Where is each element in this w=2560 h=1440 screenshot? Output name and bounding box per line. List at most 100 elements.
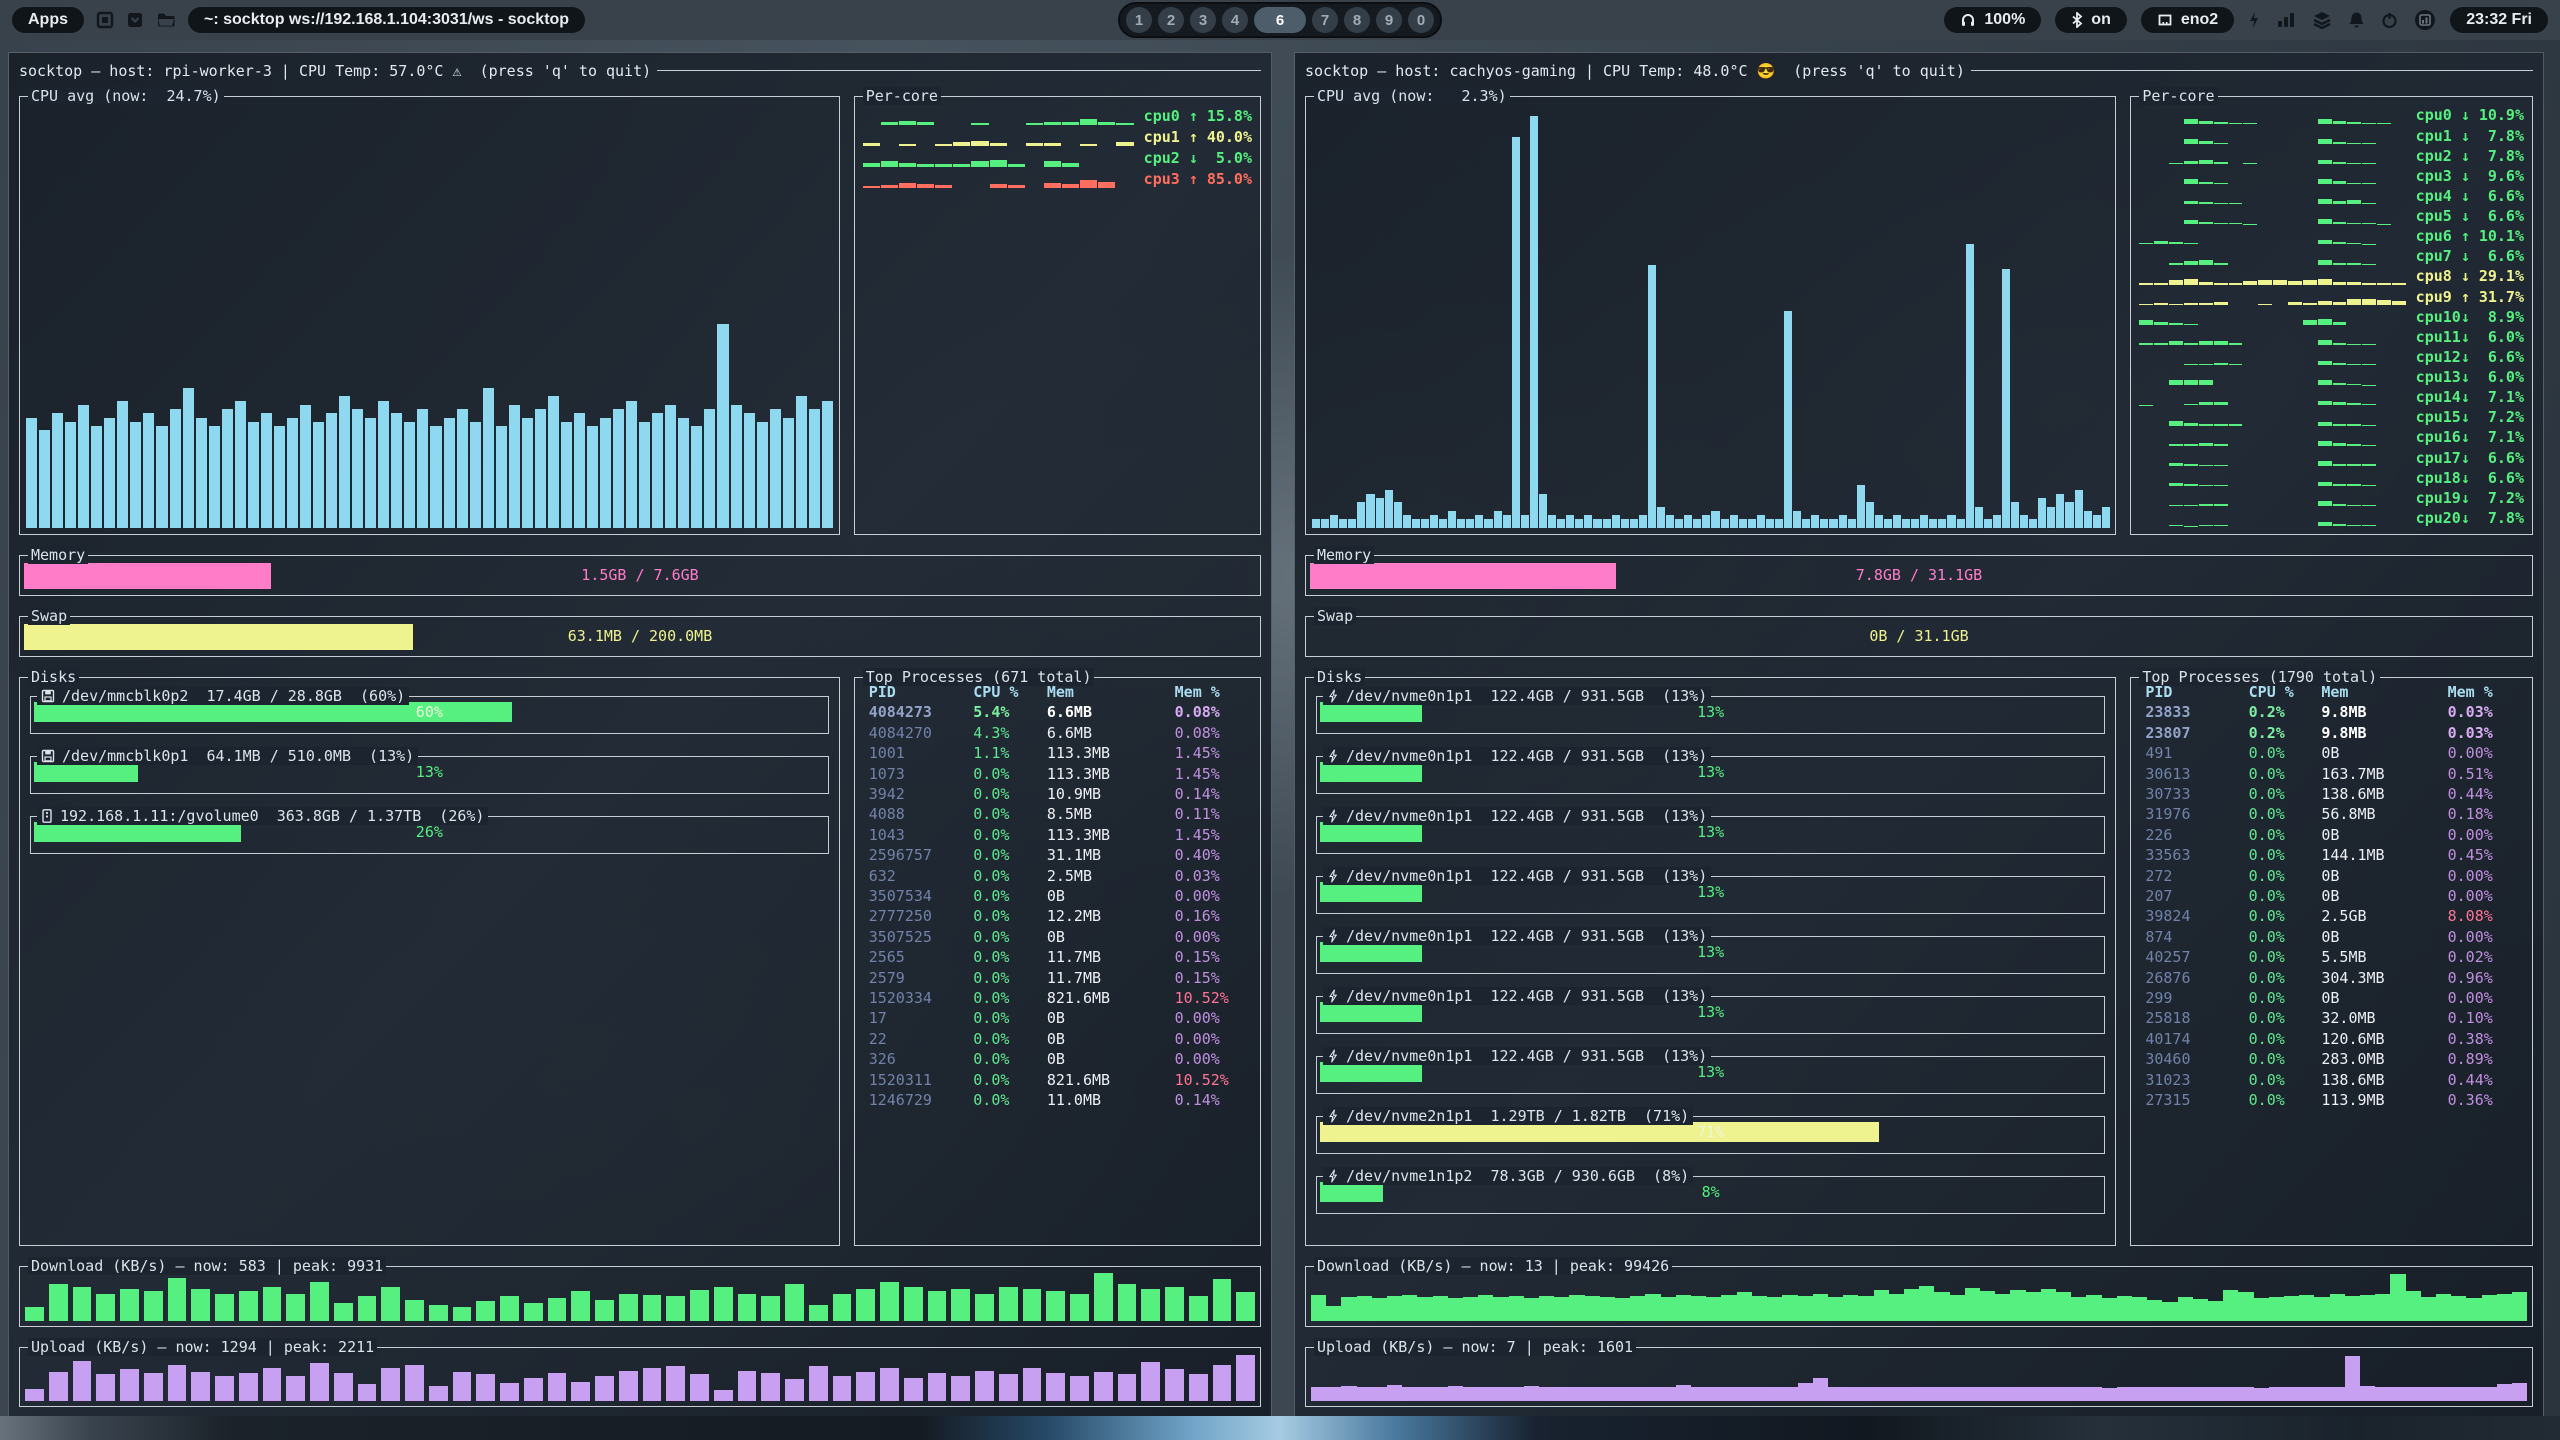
folder-icon[interactable] <box>156 11 176 29</box>
window-icon[interactable] <box>96 11 114 29</box>
disks-label: Disks <box>28 668 79 686</box>
power-profile-icon[interactable] <box>2248 11 2260 29</box>
arrow-down-icon: ↓ <box>1189 149 1198 167</box>
arrow-up-icon: ↑ <box>2461 288 2470 306</box>
core-row-cpu16: cpu16↓7.1% <box>2139 427 2524 447</box>
arrow-up-icon: ↑ <box>1189 170 1198 188</box>
workspace-button-2[interactable]: 2 <box>1158 7 1184 33</box>
core-sparkline <box>2139 188 2405 205</box>
workspace-button-1[interactable]: 1 <box>1126 7 1152 33</box>
tray-icon[interactable] <box>126 11 144 29</box>
core-row-cpu12: cpu12↓6.6% <box>2139 347 2524 367</box>
disk-title: /dev/nvme2n1p1 1.29TB / 1.82TB (71%) <box>1323 1107 1693 1125</box>
upload-chart <box>25 1353 1255 1401</box>
processes-panel: Top Processes (671 total) PIDCPU %MemMem… <box>854 677 1261 1246</box>
core-row-cpu1: cpu1↓7.8% <box>2139 126 2524 146</box>
arrow-down-icon: ↓ <box>2461 167 2470 185</box>
disk-title: /dev/nvme0n1p1 122.4GB / 931.5GB (13%) <box>1323 1047 1711 1065</box>
process-row: 2070.0%0B0.00% <box>2135 886 2528 906</box>
network-name: eno2 <box>2181 11 2218 29</box>
core-sparkline <box>2139 248 2405 265</box>
core-usage-label: cpu10↓8.9% <box>2416 308 2524 326</box>
core-sparkline <box>2139 228 2405 245</box>
disk-percent-label: 13% <box>1317 1063 2104 1081</box>
bluetooth-icon <box>2071 12 2083 28</box>
workspace-button-0[interactable]: 0 <box>1408 7 1434 33</box>
disk-icon <box>41 689 55 703</box>
bluetooth-state: on <box>2091 11 2111 29</box>
terminal-window-left[interactable]: socktop — host: rpi-worker-3 | CPU Temp:… <box>8 52 1272 1418</box>
memory-label: Memory <box>28 546 88 564</box>
process-row: 10011.1%113.3MB1.45% <box>859 743 1256 763</box>
disk-percent-label: 26% <box>31 823 828 841</box>
system-tray: 100% on eno2 <box>1944 7 2548 33</box>
cpu-avg-label: CPU avg (now: 2.3%) <box>1314 87 1510 105</box>
process-row: 220.0%0B0.00% <box>859 1029 1256 1049</box>
layers-icon[interactable] <box>2312 11 2332 29</box>
arrow-down-icon: ↓ <box>2461 489 2470 507</box>
header-rule <box>657 70 1261 71</box>
core-sparkline <box>2139 490 2405 507</box>
bolt-icon <box>1327 929 1339 943</box>
workspace-button-8[interactable]: 8 <box>1344 7 1370 33</box>
disk-title: /dev/mmcblk0p2 17.4GB / 28.8GB (60%) <box>37 687 409 705</box>
window-title[interactable]: ~: socktop ws://192.168.1.104:3031/ws - … <box>188 7 585 33</box>
disks-panel: Disks /dev/mmcblk0p2 17.4GB / 28.8GB (60… <box>19 677 840 1246</box>
volume-level: 100% <box>1984 11 2025 29</box>
workspace-button-4[interactable]: 4 <box>1222 7 1248 33</box>
disk-usage-text: 192.168.1.11:/gvolume0 363.8GB / 1.37TB … <box>60 807 484 825</box>
apps-button[interactable]: Apps <box>12 7 84 33</box>
clock[interactable]: 23:32 Fri <box>2450 7 2548 33</box>
arrow-down-icon: ↓ <box>2461 428 2470 446</box>
disk-usage-text: /dev/nvme0n1p1 122.4GB / 931.5GB (13%) <box>1346 987 1707 1005</box>
core-row-cpu14: cpu14↓7.1% <box>2139 387 2524 407</box>
arrow-down-icon: ↓ <box>2461 509 2470 527</box>
arrow-up-icon: ↑ <box>1189 107 1198 125</box>
signal-bars-icon[interactable] <box>2276 11 2296 29</box>
swap-label: Swap <box>28 607 70 625</box>
workspace-button-6[interactable]: 6 <box>1254 7 1306 33</box>
percore-label: Per-core <box>2139 87 2217 105</box>
monitor-app-icon[interactable] <box>2414 9 2436 31</box>
download-chart <box>25 1272 1255 1320</box>
arrow-down-icon: ↓ <box>2461 348 2470 366</box>
workspace-button-7[interactable]: 7 <box>1312 7 1338 33</box>
arrow-down-icon: ↓ <box>2461 449 2470 467</box>
bluetooth-indicator[interactable]: on <box>2055 7 2127 33</box>
core-row-cpu0: cpu0↑15.8% <box>863 105 1252 126</box>
network-indicator[interactable]: eno2 <box>2141 7 2234 33</box>
arrow-up-icon: ↑ <box>1189 128 1198 146</box>
core-sparkline <box>2139 288 2405 305</box>
disk-percent-label: 13% <box>1317 1003 2104 1021</box>
volume-indicator[interactable]: 100% <box>1944 7 2041 33</box>
core-usage-label: cpu3↓9.6% <box>2416 167 2524 185</box>
arrow-down-icon: ↓ <box>2461 127 2470 145</box>
core-row-cpu8: cpu8↓29.1% <box>2139 266 2524 286</box>
core-sparkline <box>2139 389 2405 406</box>
core-sparkline <box>2139 349 2405 366</box>
process-table: PIDCPU %MemMem %238330.2%9.8MB0.03%23807… <box>2135 682 2528 1110</box>
terminal-window-right[interactable]: socktop — host: cachyos-gaming | CPU Tem… <box>1294 52 2544 1418</box>
process-row: 319760.0%56.8MB0.18% <box>2135 804 2528 824</box>
bell-icon[interactable] <box>2348 11 2365 29</box>
processes-panel: Top Processes (1790 total) PIDCPU %MemMe… <box>2130 677 2533 1246</box>
core-row-cpu9: cpu9↑31.7% <box>2139 287 2524 307</box>
socktop-header-left: socktop — host: rpi-worker-3 | CPU Temp:… <box>19 59 1261 82</box>
disk-entry: /dev/mmcblk0p1 64.1MB / 510.0MB (13%)13% <box>30 756 829 794</box>
workspace-button-9[interactable]: 9 <box>1376 7 1402 33</box>
socktop-header-right: socktop — host: cachyos-gaming | CPU Tem… <box>1305 59 2533 82</box>
process-row: 335630.0%144.1MB0.45% <box>2135 845 2528 865</box>
socktop-header-text: socktop — host: cachyos-gaming | CPU Tem… <box>1305 62 1965 80</box>
disk-usage-text: /dev/nvme2n1p1 1.29TB / 1.82TB (71%) <box>1346 1107 1689 1125</box>
percore-list: cpu0↑15.8%cpu1↑40.0%cpu2↓5.0%cpu3↑85.0% <box>863 105 1252 528</box>
core-usage-label: cpu14↓7.1% <box>2416 388 2524 406</box>
core-sparkline <box>2139 329 2405 346</box>
workspace-button-3[interactable]: 3 <box>1190 7 1216 33</box>
percore-panel: Per-core cpu0↓10.9%cpu1↓7.8%cpu2↓7.8%cpu… <box>2130 96 2533 535</box>
power-icon[interactable] <box>2381 12 2398 29</box>
core-sparkline <box>2139 168 2405 185</box>
disk-entry: /dev/nvme0n1p1 122.4GB / 931.5GB (13%)13… <box>1316 1056 2105 1094</box>
workspace-switcher: 123467890 <box>1118 2 1442 38</box>
process-row: 35075250.0%0B0.00% <box>859 927 1256 947</box>
disk-title: /dev/nvme0n1p1 122.4GB / 931.5GB (13%) <box>1323 867 1711 885</box>
